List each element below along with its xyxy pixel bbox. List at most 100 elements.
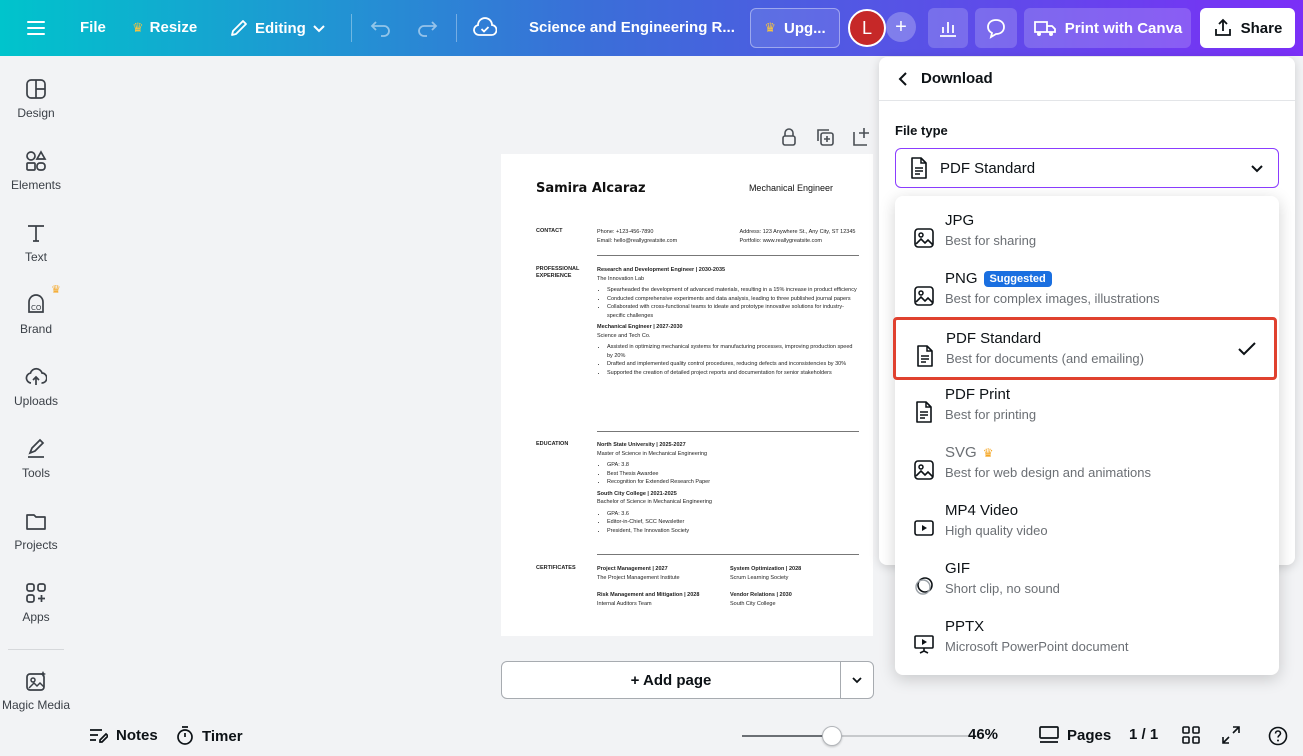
zoom-level[interactable]: 46% xyxy=(968,726,998,743)
add-page-button[interactable]: + Add page xyxy=(501,661,841,699)
file-type-option-pdf-print[interactable]: PDF Print Best for printing xyxy=(895,376,1279,434)
file-type-option-mp4[interactable]: MP4 Video High quality video xyxy=(895,492,1279,550)
insights-button[interactable] xyxy=(928,8,968,48)
bullet: Supported the creation of detailed proje… xyxy=(607,369,859,378)
cert-title: Risk Management and Mitigation | 2028 xyxy=(597,592,700,598)
duplicate-page-icon[interactable] xyxy=(814,126,836,148)
design-page[interactable]: Samira Alcaraz Mechanical Engineer CONTA… xyxy=(501,154,873,636)
image-icon xyxy=(914,228,934,248)
cert-title: System Optimization | 2028 xyxy=(730,566,802,572)
add-page-options-button[interactable] xyxy=(840,661,874,699)
bullet: Editor-in-Chief, SCC Newsletter xyxy=(607,518,859,527)
bullet: Drafted and implemented quality control … xyxy=(607,360,859,369)
video-icon xyxy=(914,520,934,536)
notes-icon xyxy=(90,729,108,743)
certificates-section: CERTIFICATES Project Management | 2027 Th… xyxy=(536,565,858,610)
resize-button[interactable]: ♛ Resize xyxy=(132,19,197,36)
add-collaborator-button[interactable]: + xyxy=(886,12,916,42)
checkmark-icon xyxy=(1238,342,1256,356)
school-title: North State University | 2025-2027 xyxy=(597,442,686,448)
avatar-initial: L xyxy=(861,17,872,38)
zoom-slider[interactable] xyxy=(742,726,968,746)
option-desc: High quality video xyxy=(945,523,1048,538)
file-type-select[interactable]: PDF Standard xyxy=(895,148,1279,188)
left-sidebar: Design Elements Text ♛ CO Brand Uploads … xyxy=(0,56,72,756)
upgrade-button[interactable]: ♛ Upg... xyxy=(750,8,840,48)
page-count-label: 1 / 1 xyxy=(1129,726,1159,743)
file-label: File xyxy=(80,19,106,36)
file-type-option-pptx[interactable]: PPTX Microsoft PowerPoint document xyxy=(895,608,1279,666)
sidebar-item-label: Apps xyxy=(22,610,50,624)
sidebar-item-label: Magic Media xyxy=(1,698,71,712)
text-icon xyxy=(28,225,44,242)
bottom-bar: Notes Timer 46% Pages 1 / 1 xyxy=(72,716,1303,756)
share-button[interactable]: Share xyxy=(1200,8,1295,48)
file-type-option-svg[interactable]: SVG ♛ Best for web design and animations xyxy=(895,434,1279,492)
bullet: Conducted comprehensive experiments and … xyxy=(607,295,859,304)
avatar[interactable]: L xyxy=(848,9,886,47)
file-type-option-pdf-standard[interactable]: PDF Standard Best for documents (and emai… xyxy=(893,317,1277,380)
sidebar-item-uploads[interactable]: Uploads xyxy=(0,366,72,430)
fullscreen-icon[interactable] xyxy=(1222,726,1240,744)
pages-button[interactable]: Pages xyxy=(1039,726,1111,744)
option-desc: Best for documents (and emailing) xyxy=(946,351,1144,366)
lock-icon[interactable] xyxy=(778,126,800,148)
degree-text: Bachelor of Science in Mechanical Engine… xyxy=(597,499,712,505)
print-with-canva-button[interactable]: Print with Canva xyxy=(1024,8,1191,48)
option-desc: Microsoft PowerPoint document xyxy=(945,639,1129,654)
sidebar-item-label: Uploads xyxy=(13,394,59,408)
pages-icon xyxy=(1039,726,1059,743)
zoom-slider-handle[interactable] xyxy=(821,726,842,746)
option-desc: Best for web design and animations xyxy=(945,465,1151,480)
cloud-saved-icon[interactable] xyxy=(473,17,497,39)
chevron-down-icon xyxy=(313,25,325,33)
pen-icon xyxy=(28,438,45,458)
portfolio-text: Portfolio: www.reallygreatsite.com xyxy=(739,237,822,244)
file-type-option-jpg[interactable]: JPG Best for sharing xyxy=(895,202,1279,260)
crown-icon: ♛ xyxy=(764,20,776,35)
help-icon[interactable] xyxy=(1268,726,1288,746)
sidebar-item-elements[interactable]: Elements xyxy=(0,150,72,214)
notes-button[interactable]: Notes xyxy=(88,726,158,744)
bullet: Recognition for Extended Research Paper xyxy=(607,478,859,487)
experience-section: PROFESSIONAL EXPERIENCE Research and Dev… xyxy=(536,266,859,436)
menu-icon[interactable] xyxy=(26,18,46,38)
comments-button[interactable] xyxy=(975,8,1017,48)
file-type-option-gif[interactable]: GIF Short clip, no sound xyxy=(895,550,1279,608)
file-menu[interactable]: File xyxy=(80,19,106,36)
option-name: MP4 Video xyxy=(945,502,1019,519)
section-body: Phone: +123-456-7890 Email: hello@reallyg… xyxy=(597,228,859,245)
sidebar-item-apps[interactable]: Apps xyxy=(0,582,72,646)
grid-view-icon[interactable] xyxy=(1182,726,1200,744)
upgrade-label: Upg... xyxy=(783,19,826,37)
download-title: Download xyxy=(921,70,993,87)
timer-button[interactable]: Timer xyxy=(176,726,243,746)
add-page-label: + Add page xyxy=(630,671,712,689)
sidebar-item-brand[interactable]: CO Brand xyxy=(0,294,72,358)
comment-icon xyxy=(987,19,1005,39)
sidebar-item-magic-media[interactable]: Magic Media xyxy=(0,670,72,734)
option-desc: Best for sharing xyxy=(945,233,1037,248)
folder-icon xyxy=(26,514,46,530)
option-name: GIF xyxy=(945,560,970,577)
back-arrow-icon[interactable] xyxy=(897,71,909,86)
notes-label: Notes xyxy=(116,726,158,744)
file-type-option-png[interactable]: PNG Suggested Best for complex images, ill… xyxy=(895,260,1279,318)
sidebar-item-projects[interactable]: Projects xyxy=(0,510,72,574)
document-title[interactable]: Science and Engineering R... xyxy=(529,19,735,36)
sidebar-item-design[interactable]: Design xyxy=(0,78,72,142)
sidebar-item-tools[interactable]: Tools xyxy=(0,438,72,502)
sidebar-item-label: Brand xyxy=(19,322,53,336)
section-label: CERTIFICATES xyxy=(536,565,576,571)
divider xyxy=(597,431,859,432)
image-icon xyxy=(914,286,934,306)
cert-title: Vendor Relations | 2030 xyxy=(730,592,792,598)
editing-mode-button[interactable]: Editing xyxy=(229,18,326,38)
option-desc: Best for complex images, illustrations xyxy=(945,291,1160,306)
cert-org: South City College xyxy=(730,600,776,607)
undo-icon[interactable] xyxy=(370,18,392,38)
add-page-icon[interactable] xyxy=(850,126,872,148)
redo-icon[interactable] xyxy=(416,18,438,38)
sidebar-item-text[interactable]: Text xyxy=(0,222,72,286)
section-body: North State University | 2025-2027 Maste… xyxy=(597,441,859,538)
